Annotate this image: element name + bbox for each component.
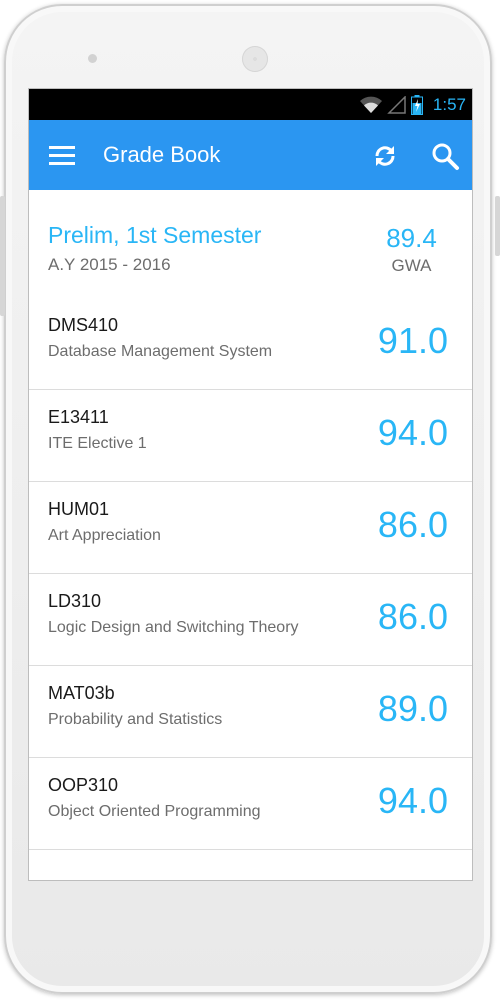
app-bar: Grade Book — [29, 120, 472, 190]
gwa-label: GWA — [391, 256, 432, 275]
course-code: E13411 — [48, 407, 109, 427]
search-icon[interactable] — [429, 140, 461, 172]
earpiece-speaker — [242, 46, 268, 72]
status-time: 1:57 — [432, 94, 466, 114]
gwa-value: 89.4 — [386, 223, 437, 253]
front-sensor — [88, 54, 97, 63]
course-code: MAT03b — [48, 683, 115, 703]
course-name: Database Management System — [48, 343, 273, 360]
course-row-oop310[interactable]: OOP310 Object Oriented Programming 94.0 — [29, 758, 472, 850]
wifi-icon — [359, 96, 382, 113]
course-name: Object Oriented Programming — [48, 803, 261, 820]
course-grade: 94.0 — [377, 780, 448, 821]
volume-button — [495, 196, 500, 256]
course-code: HUM01 — [48, 499, 110, 519]
course-list: DMS410 Database Management System 91.0 E… — [29, 298, 472, 850]
academic-year: A.Y 2015 - 2016 — [48, 255, 171, 274]
course-row-hum01[interactable]: HUM01 Art Appreciation 86.0 — [29, 482, 472, 574]
course-grade: 86.0 — [377, 504, 448, 545]
course-row-ld310[interactable]: LD310 Logic Design and Switching Theory … — [29, 574, 472, 666]
battery-icon — [410, 94, 423, 115]
screen: 1:57 Grade Book Prelim, 1st Semester A.Y… — [28, 88, 473, 881]
course-name: Logic Design and Switching Theory — [48, 619, 299, 636]
course-grade: 91.0 — [377, 320, 448, 361]
course-name: ITE Elective 1 — [48, 435, 147, 452]
status-bar: 1:57 — [29, 89, 472, 120]
course-grade: 86.0 — [377, 596, 448, 637]
menu-icon[interactable] — [49, 146, 75, 166]
course-row-e13411[interactable]: E13411 ITE Elective 1 94.0 — [29, 390, 472, 482]
power-button — [0, 196, 5, 316]
course-code: OOP310 — [48, 775, 119, 795]
course-grade: 89.0 — [377, 688, 448, 729]
term-summary: Prelim, 1st Semester A.Y 2015 - 2016 89.… — [29, 190, 472, 280]
course-code: DMS410 — [48, 315, 119, 335]
term-title: Prelim, 1st Semester — [48, 222, 262, 248]
course-row-mat03b[interactable]: MAT03b Probability and Statistics 89.0 — [29, 666, 472, 758]
course-grade: 94.0 — [377, 412, 448, 453]
course-name: Probability and Statistics — [48, 711, 223, 728]
app-title: Grade Book — [103, 142, 221, 167]
refresh-icon[interactable] — [369, 140, 401, 172]
status-icons: 1:57 — [359, 89, 466, 120]
course-row-dms410[interactable]: DMS410 Database Management System 91.0 — [29, 298, 472, 390]
signal-icon — [387, 95, 406, 114]
course-code: LD310 — [48, 591, 102, 611]
course-name: Art Appreciation — [48, 527, 161, 544]
